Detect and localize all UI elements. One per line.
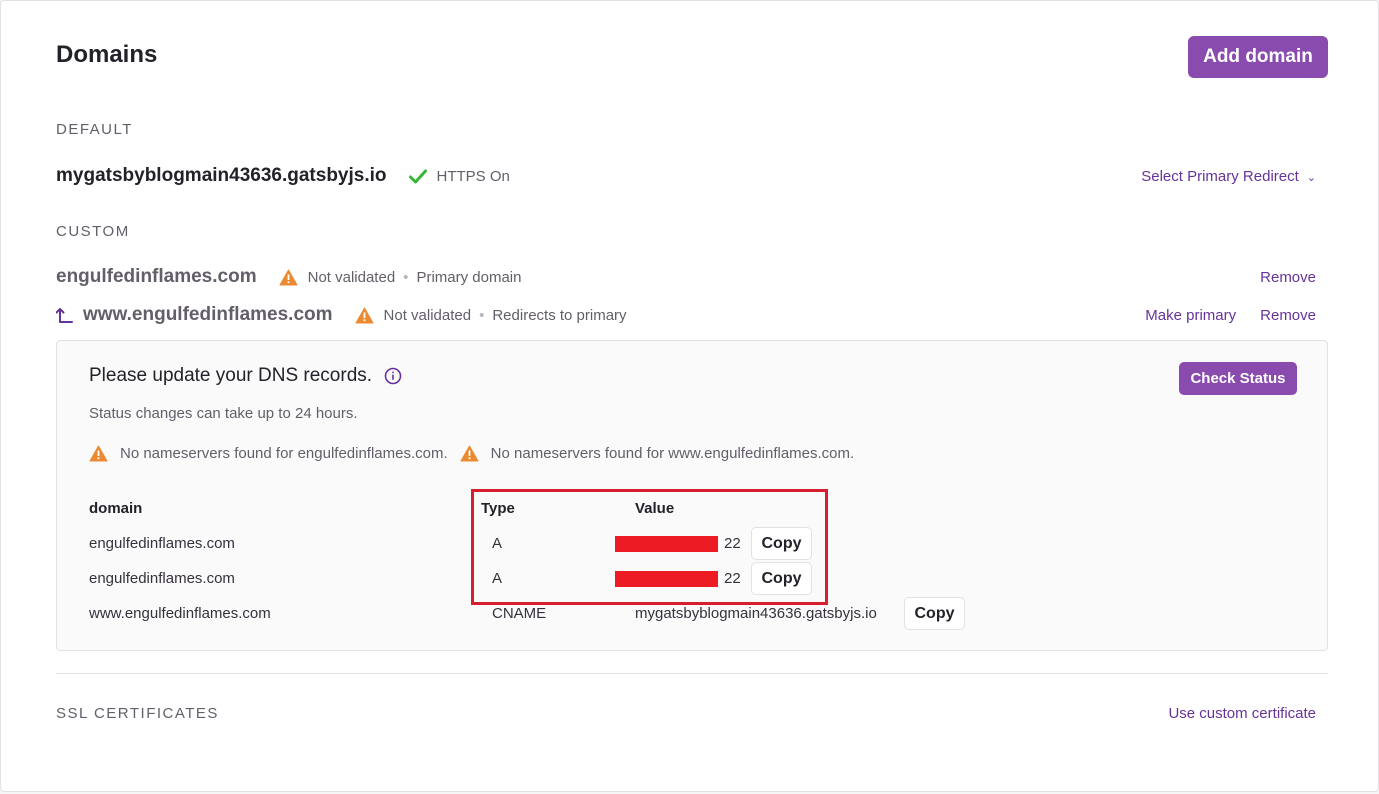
check-status-button[interactable]: Check Status [1179,362,1297,395]
custom-domain-name: www.engulfedinflames.com [83,304,333,325]
annotation-highlight-box [471,489,828,605]
use-custom-certificate-link[interactable]: Use custom certificate [1168,705,1316,722]
column-header-domain: domain [89,500,143,517]
checkmark-icon [408,169,427,184]
warning-icon [89,445,108,462]
nameserver-warnings: No nameservers found for engulfedinflame… [89,445,866,462]
dns-title-text: Please update your DNS records. [89,365,373,386]
dns-title: Please update your DNS records. [89,365,402,387]
section-divider [56,673,1328,674]
make-primary-link[interactable]: Make primary [1145,307,1236,324]
remove-domain-link[interactable]: Remove [1260,269,1316,286]
warning-icon [279,269,298,286]
custom-section-label: CUSTOM [56,223,130,240]
default-section-label: DEFAULT [56,121,133,138]
nameserver-warning-text: No nameservers found for engulfedinflame… [120,445,448,462]
dns-record-domain: engulfedinflames.com [89,570,235,587]
default-domain-name: mygatsbyblogmain43636.gatsbyjs.io [56,165,387,186]
dns-record-domain: engulfedinflames.com [89,535,235,552]
separator-dot: • [403,268,409,286]
https-status-label: HTTPS On [436,167,510,185]
validation-status: Not validated • Redirects to primary [355,307,627,324]
page-title: Domains [56,41,158,68]
domains-card: Domains Add domain DEFAULT mygatsbyblogm… [0,0,1379,792]
default-domain-row: mygatsbyblogmain43636.gatsbyjs.io HTTPS … [56,161,1328,191]
ssl-row: SSL CERTIFICATES Use custom certificate [56,698,1328,728]
dns-record-domain: www.engulfedinflames.com [89,605,271,622]
nameserver-warning-text: No nameservers found for www.engulfedinf… [490,445,855,462]
domain-role-label: Primary domain [416,268,522,286]
https-status: HTTPS On [408,167,510,185]
select-primary-redirect-label: Select Primary Redirect [1141,167,1299,185]
remove-domain-link[interactable]: Remove [1260,307,1316,324]
copy-value-button[interactable]: Copy [904,597,965,630]
custom-domain-name: engulfedinflames.com [56,266,257,287]
separator-dot: • [479,306,485,324]
add-domain-button[interactable]: Add domain [1188,36,1328,78]
chevron-down-icon: ⌄ [1306,171,1316,184]
nameserver-warning: No nameservers found for www.engulfedinf… [460,445,855,462]
warning-icon [355,307,374,324]
select-primary-redirect-dropdown[interactable]: Select Primary Redirect ⌄ [1141,168,1316,185]
validation-status-label: Not validated [383,306,472,324]
validation-status-label: Not validated [307,268,396,286]
dns-record-value: mygatsbyblogmain43636.gatsbyjs.io [635,605,877,622]
custom-domain-row: engulfedinflames.com Not validated • Pri… [56,262,1328,292]
ssl-section-label: SSL CERTIFICATES [56,704,219,722]
domain-role-label: Redirects to primary [492,306,627,324]
warning-icon [460,445,479,462]
nameserver-warning: No nameservers found for engulfedinflame… [89,445,448,462]
info-icon[interactable] [384,367,402,385]
validation-status: Not validated • Primary domain [279,268,522,286]
dns-status-note: Status changes can take up to 24 hours. [89,405,358,422]
dns-record-type: CNAME [492,605,547,622]
redirect-arrow-icon [56,307,73,323]
custom-domain-row: www.engulfedinflames.com Not validated •… [56,300,1328,330]
